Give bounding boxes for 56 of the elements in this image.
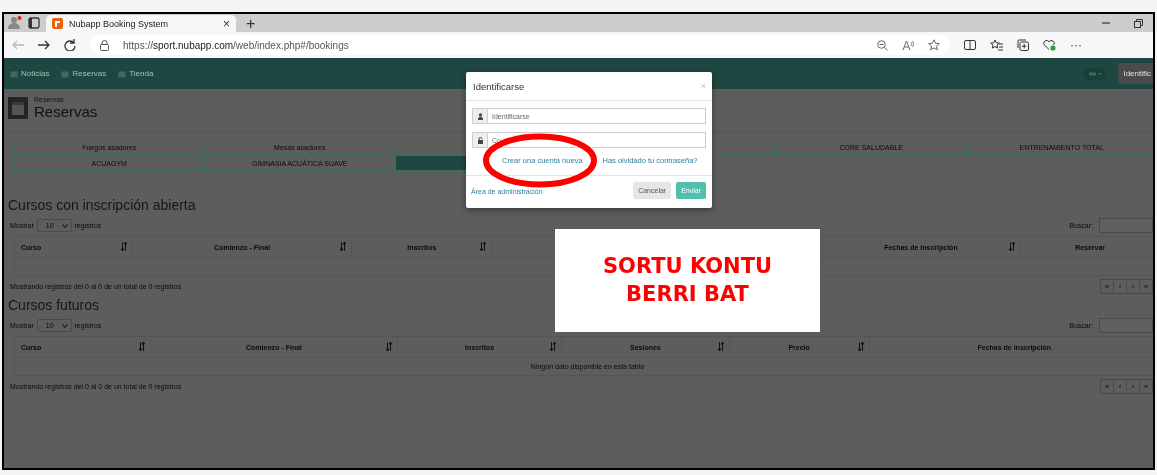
pagination-button[interactable]: « (1100, 279, 1114, 294)
zoom-out-icon[interactable] (877, 39, 888, 51)
sort-icon[interactable] (1009, 242, 1016, 251)
sort-icon[interactable] (857, 342, 864, 351)
section-title: Cursos con inscripción abierta (8, 197, 197, 213)
pagination-button[interactable]: « (1100, 379, 1114, 394)
close-button[interactable]: × (700, 81, 706, 91)
new-tab-button[interactable]: + (246, 15, 256, 32)
tab-actions-icon[interactable] (28, 17, 40, 29)
pagination-button[interactable]: » (1139, 279, 1153, 294)
sort-icon[interactable] (717, 342, 724, 351)
sort-icon[interactable] (138, 342, 145, 351)
sort-icon[interactable] (480, 242, 487, 251)
sort-icon[interactable] (550, 342, 557, 351)
refresh-icon[interactable] (64, 39, 76, 51)
pagination-button[interactable]: ‹ (1113, 379, 1127, 394)
login-button[interactable]: Identific (1118, 63, 1153, 84)
split-screen-icon[interactable] (964, 39, 976, 51)
dialog-title: Identificarse (473, 80, 526, 92)
tab-title: Nubapp Booking System (69, 18, 170, 29)
sort-icon[interactable] (386, 342, 393, 351)
sort-icon[interactable] (340, 242, 347, 251)
search-field[interactable] (1099, 218, 1153, 233)
health-heart-icon[interactable] (1043, 39, 1056, 51)
user-icon (477, 112, 483, 120)
pagination-button[interactable]: › (1126, 279, 1140, 294)
forward-icon[interactable] (38, 40, 50, 50)
restore-icon[interactable] (1134, 18, 1143, 28)
section-title: Cursos futuros (8, 297, 101, 313)
browser-tab[interactable]: Nubapp Booking System × (46, 15, 236, 32)
address-bar[interactable]: https://sport.nubapp.com/web/index.php#/bookings (90, 35, 950, 55)
more-menu-button[interactable]: ··· (1070, 38, 1082, 52)
favicon-icon (52, 18, 63, 29)
collections-icon[interactable] (1017, 39, 1029, 51)
sort-icon[interactable] (120, 242, 127, 251)
back-icon[interactable] (12, 40, 24, 50)
nav-link[interactable]: Reservas (61, 69, 107, 78)
search-field[interactable] (1099, 318, 1153, 333)
lock-icon (477, 136, 483, 144)
nav-link[interactable]: Noticias (10, 69, 50, 78)
language-dropdown-icon[interactable] (1084, 67, 1107, 80)
pagination-button[interactable]: › (1126, 379, 1140, 394)
lock-icon (100, 39, 109, 51)
profile-icon[interactable] (8, 16, 22, 30)
nav-link[interactable]: Tienda (118, 69, 154, 78)
chevron-down-icon (61, 223, 68, 228)
pagination-button[interactable]: ‹ (1113, 279, 1127, 294)
chevron-down-icon (61, 323, 68, 328)
favorites-icon[interactable] (990, 39, 1003, 51)
tab-close-button[interactable]: × (223, 17, 230, 30)
page-title: Reservas (34, 103, 98, 120)
pagination-button[interactable]: » (1139, 379, 1153, 394)
star-icon[interactable] (928, 39, 940, 51)
annotation-note: SORTU KONTU BERRI BAT (603, 253, 772, 308)
url-text: https://sport.nubapp.com/web/index.php#/bookings (123, 39, 349, 51)
read-aloud-icon[interactable] (902, 39, 914, 51)
